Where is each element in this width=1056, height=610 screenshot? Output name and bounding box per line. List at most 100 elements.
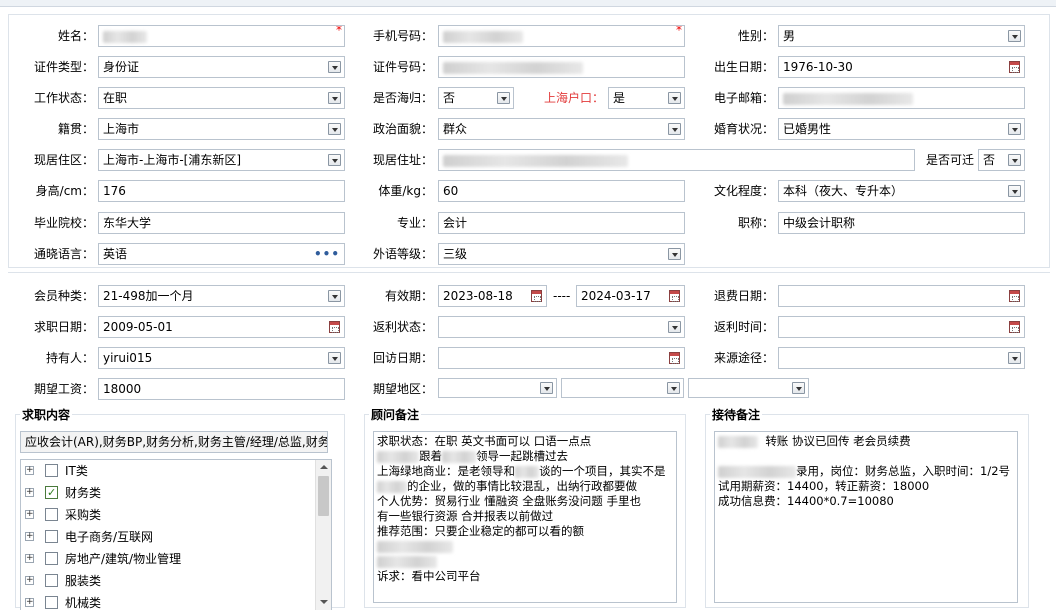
idno-label: 证件号码： <box>372 60 433 74</box>
calendar-icon[interactable] <box>531 290 542 302</box>
note-text: 跟着 <box>419 449 442 463</box>
marital-value: 已婚男性 <box>783 122 832 136</box>
school-field[interactable]: 东华大学 <box>98 212 345 234</box>
checkbox[interactable] <box>45 574 58 587</box>
chevron-down-icon[interactable] <box>1008 185 1021 197</box>
expand-icon[interactable]: + <box>25 488 34 497</box>
expand-icon[interactable]: + <box>25 598 34 607</box>
address-field[interactable] <box>438 149 915 171</box>
region-district-select[interactable] <box>688 378 809 398</box>
weight-field[interactable]: 60 <box>438 180 685 202</box>
chevron-down-icon[interactable] <box>668 92 681 104</box>
origin-select[interactable]: 上海市 <box>98 118 345 140</box>
chevron-down-icon[interactable] <box>497 92 510 104</box>
redacted-text <box>377 450 419 463</box>
chevron-down-icon[interactable] <box>1008 30 1021 42</box>
source-select[interactable] <box>778 347 1025 369</box>
chevron-down-icon[interactable] <box>328 352 341 364</box>
checkbox[interactable] <box>45 552 58 565</box>
refund-date-field[interactable] <box>778 285 1025 307</box>
rebate-time-field[interactable] <box>778 316 1025 338</box>
chevron-down-icon[interactable] <box>792 382 805 394</box>
chevron-down-icon[interactable] <box>1008 123 1021 135</box>
consultant-notes-textarea[interactable]: 求职状态：在职 英文书面可以 口语一点点 跟着 领导一起跳槽过去 上海绿地商业：是… <box>373 431 677 603</box>
expand-icon[interactable]: + <box>25 466 34 475</box>
chevron-down-icon[interactable] <box>328 290 341 302</box>
calendar-icon[interactable] <box>1009 290 1020 302</box>
address-label: 现居住址： <box>372 153 433 167</box>
valid-to-field[interactable]: 2024-03-17 <box>576 285 685 307</box>
rebate-status-select[interactable] <box>438 316 685 338</box>
education-select[interactable]: 本科（夜大、专升本） <box>778 180 1025 202</box>
tree-scrollbar[interactable] <box>315 460 331 610</box>
political-select[interactable]: 群众 <box>438 118 685 140</box>
gender-select[interactable]: 男 <box>778 25 1025 47</box>
expand-icon[interactable]: + <box>25 554 34 563</box>
jobdate-label: 求职日期： <box>33 320 94 334</box>
checkbox[interactable] <box>45 596 58 609</box>
expand-icon[interactable]: + <box>25 532 34 541</box>
returnee-value: 否 <box>443 91 456 105</box>
jobdate-field[interactable]: 2009-05-01 <box>98 316 345 338</box>
checkbox[interactable] <box>45 464 58 477</box>
more-options-icon[interactable]: ••• <box>314 244 340 264</box>
checkbox[interactable] <box>45 508 58 521</box>
phone-field[interactable]: * <box>438 25 685 47</box>
salary-field[interactable]: 18000 <box>98 378 345 400</box>
chevron-down-icon[interactable] <box>1008 154 1021 166</box>
calendar-icon[interactable] <box>1009 61 1020 73</box>
langlevel-select[interactable]: 三级 <box>438 243 685 265</box>
returnee-select[interactable]: 否 <box>438 87 514 109</box>
chevron-down-icon[interactable] <box>328 154 341 166</box>
expand-icon[interactable]: + <box>25 576 34 585</box>
name-field[interactable]: * <box>98 25 345 47</box>
region-city-select[interactable] <box>561 378 684 398</box>
job-category-tree[interactable]: + IT类 + 财务类 + 采购类 + 电子商务/互联网 + 房地产/建筑/物业管理 + 服… <box>20 459 332 610</box>
checkbox[interactable] <box>45 530 58 543</box>
member-type-select[interactable]: 21-498加一个月 <box>98 285 345 307</box>
reception-notes-textarea[interactable]: 转账 协议已回传 老会员续费 录用，岗位：财务总监，入职时间：1/2号 试用期薪… <box>714 431 1018 603</box>
calendar-icon[interactable] <box>329 321 340 333</box>
valid-from-field[interactable]: 2023-08-18 <box>438 285 547 307</box>
scroll-down-icon[interactable] <box>316 595 331 610</box>
chevron-down-icon[interactable] <box>328 123 341 135</box>
chevron-down-icon[interactable] <box>668 123 681 135</box>
hukou-select[interactable]: 是 <box>608 87 685 109</box>
scroll-thumb[interactable] <box>318 476 329 516</box>
calendar-icon[interactable] <box>1009 321 1020 333</box>
idtype-select[interactable]: 身份证 <box>98 56 345 78</box>
salary-label: 期望工资： <box>33 382 94 396</box>
tree-item-label: 机械类 <box>65 596 102 610</box>
major-field[interactable]: 会计 <box>438 212 685 234</box>
email-field[interactable] <box>778 87 1025 109</box>
checkbox-checked[interactable] <box>45 484 58 502</box>
chevron-down-icon[interactable] <box>540 382 553 394</box>
relocate-select[interactable]: 否 <box>978 149 1025 171</box>
language-field[interactable]: 英语 ••• <box>98 243 345 265</box>
title-field[interactable]: 中级会计职称 <box>778 212 1025 234</box>
residence-select[interactable]: 上海市-上海市-[浦东新区] <box>98 149 345 171</box>
chevron-down-icon[interactable] <box>668 321 681 333</box>
origin-value: 上海市 <box>103 122 140 136</box>
political-label: 政治面貌： <box>372 122 433 136</box>
birth-date-field[interactable]: 1976-10-30 <box>778 56 1025 78</box>
visit-date-field[interactable] <box>438 347 685 369</box>
workstatus-select[interactable]: 在职 <box>98 87 345 109</box>
height-field[interactable]: 176 <box>98 180 345 202</box>
calendar-icon[interactable] <box>669 290 680 302</box>
holder-label: 持有人： <box>45 351 94 365</box>
chevron-down-icon[interactable] <box>328 61 341 73</box>
chevron-down-icon[interactable] <box>1008 352 1021 364</box>
region-province-select[interactable] <box>438 378 557 398</box>
idno-field[interactable] <box>438 56 685 78</box>
chevron-down-icon[interactable] <box>328 92 341 104</box>
expand-icon[interactable]: + <box>25 510 34 519</box>
marital-select[interactable]: 已婚男性 <box>778 118 1025 140</box>
rebate-time-label: 返利时间： <box>713 320 774 334</box>
chevron-down-icon[interactable] <box>668 248 681 260</box>
scroll-up-icon[interactable] <box>316 460 331 475</box>
chevron-down-icon[interactable] <box>667 382 680 394</box>
calendar-icon[interactable] <box>669 352 680 364</box>
holder-select[interactable]: yirui015 <box>98 347 345 369</box>
